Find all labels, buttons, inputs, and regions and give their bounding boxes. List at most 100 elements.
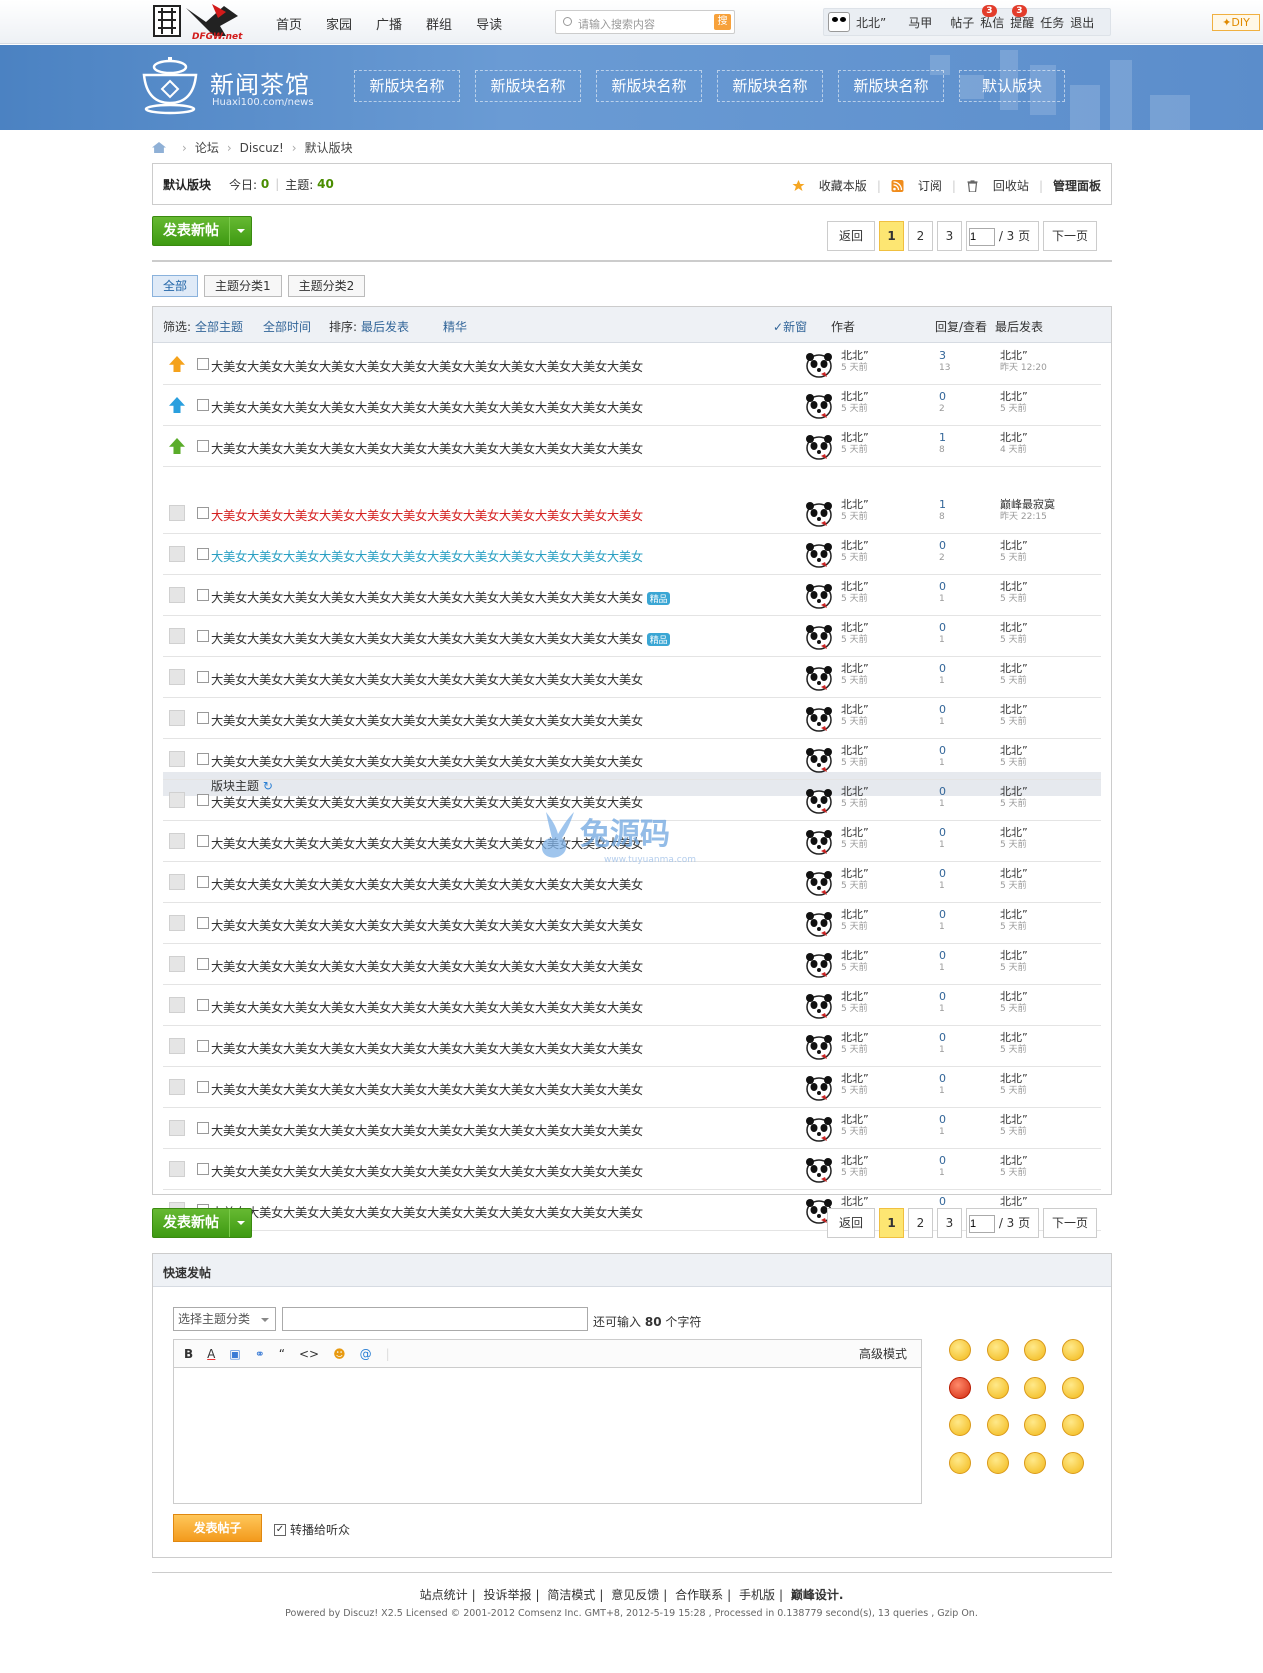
thread-title[interactable]: 大美女大美女大美女大美女大美女大美女大美女大美女大美女大美女大美女大美女 bbox=[211, 1080, 643, 1098]
breadcrumb-forum[interactable]: 论坛 bbox=[195, 139, 219, 156]
new-thread-button-bottom[interactable]: 发表新帖 bbox=[152, 1208, 252, 1238]
thread-author[interactable]: 北北”5 天前 bbox=[841, 432, 869, 456]
thread-author[interactable]: 北北”5 天前 bbox=[841, 868, 869, 892]
last-post[interactable]: 北北”5 天前 bbox=[1000, 622, 1028, 646]
folder-icon[interactable] bbox=[169, 1161, 185, 1177]
my-threads-link[interactable]: 帖子 bbox=[950, 14, 974, 31]
smiley-icon[interactable] bbox=[1024, 1451, 1046, 1474]
folder-icon[interactable] bbox=[169, 956, 185, 972]
select-checkbox[interactable] bbox=[197, 399, 209, 411]
smiley-icon[interactable] bbox=[1024, 1376, 1046, 1399]
thread-title[interactable]: 大美女大美女大美女大美女大美女大美女大美女大美女大美女大美女大美女大美女 bbox=[211, 357, 643, 375]
thread-type-select[interactable]: 选择主题分类 bbox=[173, 1307, 276, 1331]
last-post[interactable]: 北北”5 天前 bbox=[1000, 704, 1028, 728]
select-checkbox[interactable] bbox=[197, 1081, 209, 1093]
thread-author[interactable]: 北北”5 天前 bbox=[841, 786, 869, 810]
page-1[interactable]: 1 bbox=[879, 1208, 904, 1238]
folder-icon[interactable] bbox=[169, 1120, 185, 1136]
back-button[interactable]: 返回 bbox=[827, 221, 875, 251]
page-2[interactable]: 2 bbox=[908, 221, 933, 251]
bold-icon[interactable]: B bbox=[184, 1347, 193, 1361]
thread-author[interactable]: 北北”5 天前 bbox=[841, 827, 869, 851]
user-avatar[interactable] bbox=[828, 12, 850, 32]
panda-avatar-icon[interactable] bbox=[805, 542, 833, 568]
last-post[interactable]: 北北”5 天前 bbox=[1000, 1155, 1028, 1179]
filter-digest[interactable]: 精华 bbox=[443, 318, 467, 335]
select-checkbox[interactable] bbox=[197, 358, 209, 370]
footer-link-stats[interactable]: 站点统计 bbox=[420, 1588, 468, 1602]
folder-icon[interactable] bbox=[169, 505, 185, 521]
last-post[interactable]: 北北”5 天前 bbox=[1000, 1032, 1028, 1056]
folder-icon[interactable] bbox=[169, 1079, 185, 1095]
nav-home-space[interactable]: 家园 bbox=[326, 14, 352, 33]
last-post[interactable]: 北北”5 天前 bbox=[1000, 745, 1028, 769]
search-input[interactable]: 请输入搜索内容 搜 bbox=[555, 10, 735, 34]
folder-icon[interactable] bbox=[169, 874, 185, 890]
page-3[interactable]: 3 bbox=[937, 221, 962, 251]
banner-nav-item[interactable]: 新版块名称 bbox=[596, 70, 702, 102]
select-checkbox[interactable] bbox=[197, 507, 209, 519]
folder-icon[interactable] bbox=[169, 628, 185, 644]
panda-avatar-icon[interactable] bbox=[805, 1157, 833, 1183]
smiley-icon[interactable] bbox=[949, 1339, 971, 1361]
smiley-icon[interactable] bbox=[1061, 1339, 1084, 1361]
diy-button[interactable]: ✦DIY bbox=[1212, 14, 1260, 31]
folder-icon[interactable] bbox=[169, 751, 185, 767]
sort-last-post[interactable]: 最后发表 bbox=[361, 318, 409, 335]
nav-groups[interactable]: 群组 bbox=[426, 14, 452, 33]
footer-link-mobile[interactable]: 手机版 bbox=[739, 1588, 775, 1602]
page-jump-input[interactable] bbox=[969, 228, 995, 246]
folder-icon[interactable] bbox=[169, 915, 185, 931]
panda-avatar-icon[interactable] bbox=[805, 352, 833, 378]
broadcast-checkbox[interactable]: ✓ 转播给听众 bbox=[274, 1521, 350, 1538]
last-post[interactable]: 北北”5 天前 bbox=[1000, 868, 1028, 892]
panda-avatar-icon[interactable] bbox=[805, 829, 833, 855]
site-title[interactable]: 新闻茶馆 bbox=[210, 65, 310, 100]
thread-title[interactable]: 大美女大美女大美女大美女大美女大美女大美女大美女大美女大美女大美女大美女 bbox=[211, 752, 643, 770]
messages-link[interactable]: 3 私信 bbox=[980, 4, 1004, 31]
advanced-mode-link[interactable]: 高级模式 bbox=[859, 1345, 907, 1362]
select-checkbox[interactable] bbox=[197, 876, 209, 888]
thread-author[interactable]: 北北”5 天前 bbox=[841, 1155, 869, 1179]
thread-author[interactable]: 北北”5 天前 bbox=[841, 499, 869, 523]
footer-link-simple[interactable]: 简洁模式 bbox=[547, 1588, 595, 1602]
tab-type-1[interactable]: 主题分类1 bbox=[204, 275, 282, 297]
folder-icon[interactable] bbox=[169, 833, 185, 849]
sticky-icon[interactable] bbox=[169, 397, 185, 413]
thread-title[interactable]: 大美女大美女大美女大美女大美女大美女大美女大美女大美女大美女大美女大美女 bbox=[211, 875, 643, 893]
folder-icon[interactable] bbox=[169, 997, 185, 1013]
select-checkbox[interactable] bbox=[197, 917, 209, 929]
thread-title[interactable]: 大美女大美女大美女大美女大美女大美女大美女大美女大美女大美女大美女大美女 bbox=[211, 670, 643, 688]
smiley-icon[interactable] bbox=[986, 1339, 1009, 1361]
last-post[interactable]: 北北”5 天前 bbox=[1000, 991, 1028, 1015]
nav-broadcast[interactable]: 广播 bbox=[376, 14, 402, 33]
tasks-link[interactable]: 任务 bbox=[1040, 14, 1064, 31]
panda-avatar-icon[interactable] bbox=[805, 747, 833, 773]
select-checkbox[interactable] bbox=[197, 794, 209, 806]
checkbox-icon[interactable]: ✓ bbox=[274, 1523, 286, 1536]
subscribe-button[interactable]: 订阅 bbox=[891, 177, 942, 194]
search-button[interactable]: 搜 bbox=[714, 14, 731, 30]
footer-link-feedback[interactable]: 意见反馈 bbox=[611, 1588, 659, 1602]
new-window-toggle[interactable]: ✓新窗 bbox=[773, 318, 807, 335]
thread-author[interactable]: 北北”5 天前 bbox=[841, 1032, 869, 1056]
image-icon[interactable]: ▣ bbox=[229, 1347, 240, 1361]
panda-avatar-icon[interactable] bbox=[805, 624, 833, 650]
smiley-icon[interactable] bbox=[986, 1414, 1009, 1436]
thread-author[interactable]: 北北”5 天前 bbox=[841, 540, 869, 564]
thread-title[interactable]: 大美女大美女大美女大美女大美女大美女大美女大美女大美女大美女大美女大美女 bbox=[211, 1121, 643, 1139]
footer-link-report[interactable]: 投诉举报 bbox=[483, 1588, 531, 1602]
thread-title[interactable]: 大美女大美女大美女大美女大美女大美女大美女大美女大美女大美女大美女大美女 bbox=[211, 1162, 643, 1180]
new-thread-button[interactable]: 发表新帖 bbox=[152, 216, 252, 246]
thread-author[interactable]: 北北”5 天前 bbox=[841, 391, 869, 415]
recycle-bin-button[interactable]: 回收站 bbox=[966, 177, 1029, 194]
last-post[interactable]: 北北”5 天前 bbox=[1000, 540, 1028, 564]
smiley-icon[interactable] bbox=[1061, 1376, 1084, 1399]
thread-title[interactable]: 大美女大美女大美女大美女大美女大美女大美女大美女大美女大美女大美女大美女 bbox=[211, 916, 643, 934]
last-post[interactable]: 北北” 4 天前 bbox=[1000, 432, 1028, 456]
thread-title[interactable]: 大美女大美女大美女大美女大美女大美女大美女大美女大美女大美女大美女大美女 bbox=[211, 1203, 643, 1221]
folder-icon[interactable] bbox=[169, 546, 185, 562]
folder-icon[interactable] bbox=[169, 1038, 185, 1054]
folder-icon[interactable] bbox=[169, 710, 185, 726]
select-checkbox[interactable] bbox=[197, 1163, 209, 1175]
